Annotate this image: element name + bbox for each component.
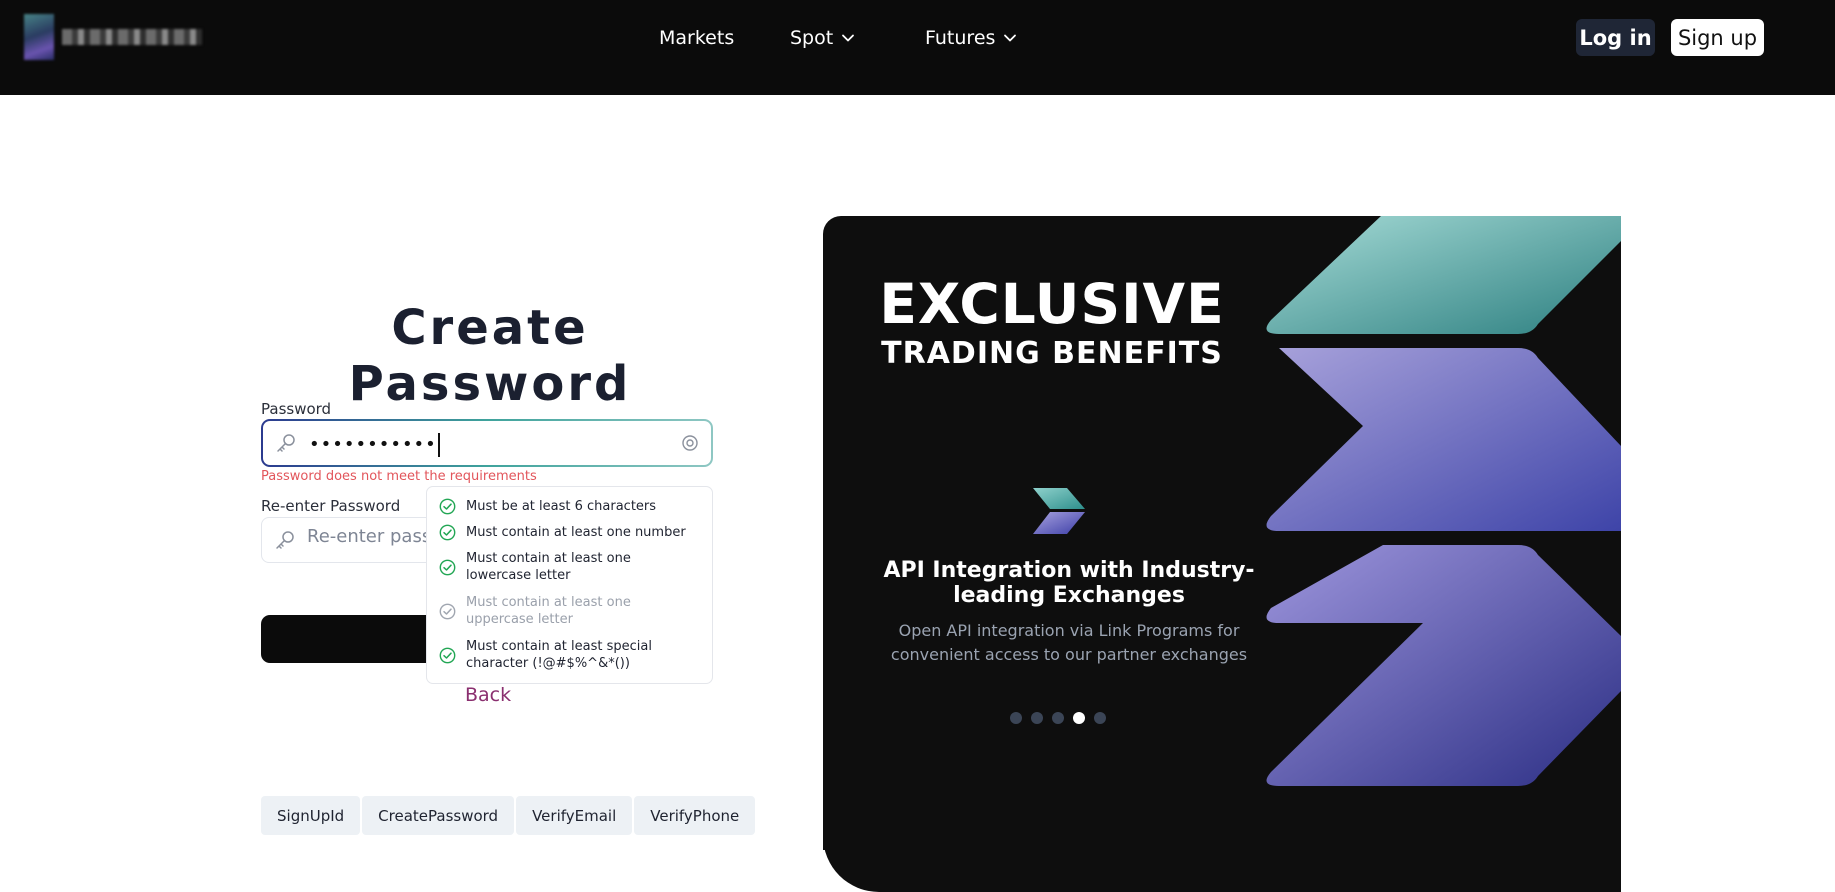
password-error-message: Password does not meet the requirements [261,469,537,484]
check-circle-icon [439,498,456,515]
text-caret [437,433,440,457]
requirement-text: Must contain at least special character … [466,639,652,671]
carousel-dot[interactable] [1094,712,1106,724]
nav-spot[interactable]: Spot [790,24,855,52]
nav-markets[interactable]: Markets [659,24,734,52]
check-circle-icon [439,603,456,620]
requirement-lowercase: Must contain at least one lowercase lett… [439,550,646,584]
logo-wordmark [62,29,202,45]
api-chevron-icon [1033,488,1085,534]
carousel-dot[interactable] [1052,712,1064,724]
nav-spot-label: Spot [790,27,834,49]
check-circle-icon [439,559,456,576]
feature-description: Open API integration via Link Programs f… [890,621,1248,664]
chevron-down-icon [1004,34,1017,42]
requirement-text: Must contain at least one number [466,525,686,540]
nav-markets-label: Markets [659,27,735,49]
feature-title: API Integration with Industry-leading Ex… [883,558,1255,608]
top-navbar: Markets Spot Futures Log in Sign up [0,0,1835,95]
requirement-special-char: Must contain at least special character … [439,638,666,672]
promo-panel: EXCLUSIVE TRADING BENEFITS API Integrati… [823,216,1621,892]
decorative-chevron-shapes [1266,216,1621,786]
nav-futures-label: Futures [925,27,996,49]
brand-logo[interactable] [24,14,202,60]
back-link[interactable]: Back [465,684,511,706]
requirement-text: Must contain at least one lowercase lett… [466,551,631,583]
requirement-text: Must contain at least one uppercase lett… [466,595,631,627]
carousel-dot[interactable] [1031,712,1043,724]
key-icon [277,434,295,452]
tab-verifyemail[interactable]: VerifyEmail [516,796,633,835]
password-field[interactable]: ••••••••••• [261,419,713,467]
reenter-password-label: Re-enter Password [261,497,401,515]
login-button[interactable]: Log in [1576,19,1655,56]
page-title: Create Password [348,300,632,412]
carousel-dots [1010,712,1106,724]
password-value: ••••••••••• [309,434,437,455]
tab-createpassword[interactable]: CreatePassword [362,796,515,835]
reenter-password-input[interactable] [307,526,427,547]
carousel-dot[interactable] [1010,712,1022,724]
promo-subheading: TRADING BENEFITS [881,336,1223,371]
tab-signupid[interactable]: SignUpId [261,796,361,835]
check-circle-icon [439,647,456,664]
promo-heading: EXCLUSIVE [879,272,1225,336]
password-requirements-popup: Must be at least 6 characters Must conta… [426,486,713,684]
nav-futures[interactable]: Futures [925,24,1017,52]
show-password-icon[interactable] [681,434,699,452]
check-circle-icon [439,524,456,541]
chevron-down-icon [842,34,855,42]
dev-step-tabs: SignUpId CreatePassword VerifyEmail Veri… [261,796,756,835]
key-icon [276,531,294,549]
requirement-min-length: Must be at least 6 characters [439,498,706,515]
requirement-number: Must contain at least one number [439,524,706,541]
logo-mark-icon [24,14,54,60]
carousel-dot[interactable] [1073,712,1085,724]
password-input[interactable]: ••••••••••• [309,433,440,457]
tab-verifyphone[interactable]: VerifyPhone [634,796,756,835]
requirement-uppercase: Must contain at least one uppercase lett… [439,594,646,628]
signup-button[interactable]: Sign up [1671,19,1764,56]
password-label: Password [261,400,332,418]
requirement-text: Must be at least 6 characters [466,499,657,514]
